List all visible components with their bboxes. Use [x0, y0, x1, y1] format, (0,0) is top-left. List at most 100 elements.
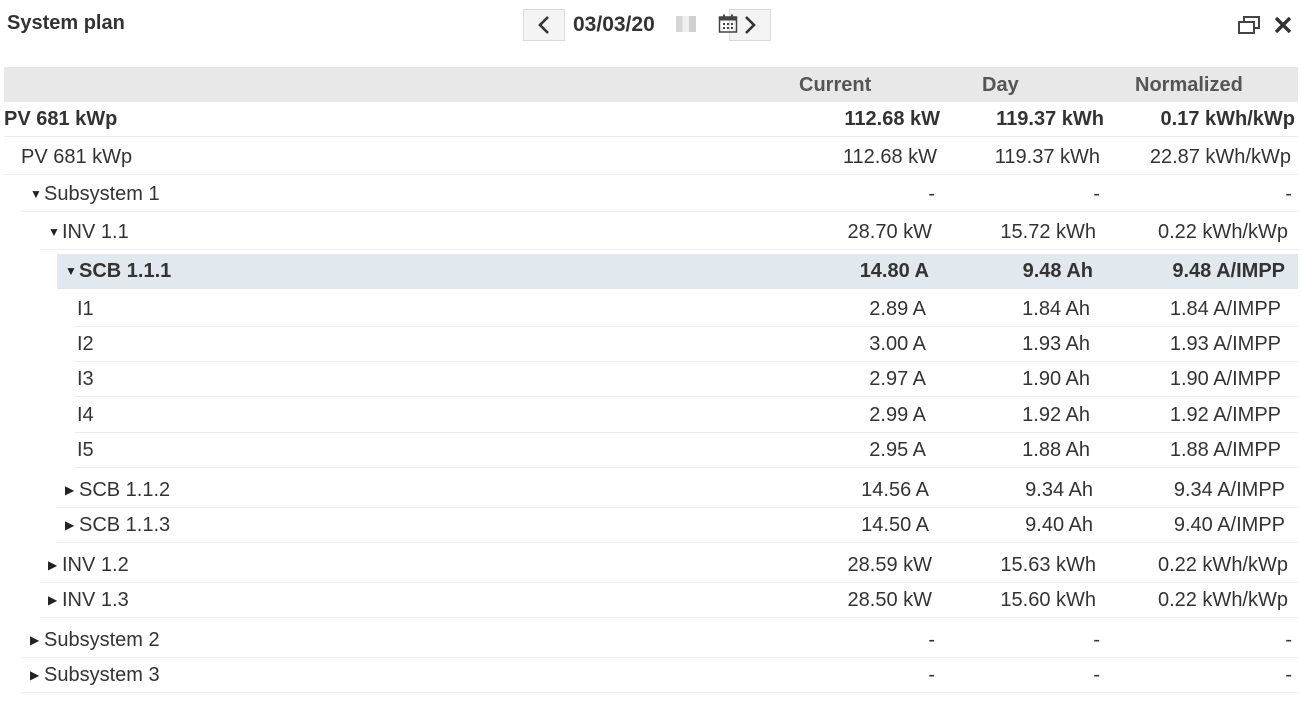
- cell-current: 2.99 A: [869, 404, 926, 426]
- cell-current: 112.68 kW: [842, 146, 937, 168]
- table-row[interactable]: I5 2.95 A 1.88 Ah 1.88 A/IMPP: [75, 433, 1298, 468]
- row-name: ▶ Subsystem 2: [30, 629, 160, 652]
- cell-current: 28.70 kW: [847, 221, 932, 243]
- cell-current: 14.80 A: [859, 260, 929, 282]
- row-name: I1: [77, 298, 94, 321]
- cell-normalized: 1.92 A/IMPP: [1169, 404, 1281, 426]
- row-label: I5: [77, 439, 94, 461]
- cell-day: 9.40 Ah: [1025, 514, 1093, 536]
- calendar-icon: [718, 14, 738, 33]
- cell-normalized: 0.22 kWh/kWp: [1157, 589, 1288, 611]
- row-label: I3: [77, 368, 94, 390]
- cell-day: 15.60 kWh: [1000, 589, 1096, 611]
- column-header-current[interactable]: Current: [799, 74, 871, 97]
- table-row[interactable]: PV 681 kWp 112.68 kW 119.37 kWh 0.17 kWh/kW…: [4, 102, 1298, 137]
- cell-day: 15.72 kWh: [1000, 221, 1096, 243]
- calendar-button[interactable]: [718, 14, 738, 39]
- expand-caret-icon[interactable]: ▼: [30, 187, 44, 201]
- restore-window-icon: [1238, 16, 1260, 34]
- row-name: ▼ INV 1.1: [48, 221, 129, 244]
- cell-normalized: 0.17 kWh/kWp: [1160, 108, 1295, 130]
- close-button[interactable]: [1273, 15, 1293, 40]
- row-label: SCB 1.1.1: [79, 260, 172, 282]
- table-row[interactable]: ▼ Subsystem 1 - - -: [22, 177, 1298, 212]
- table-row[interactable]: ▶ INV 1.3 28.50 kW 15.60 kWh 0.22 kWh/kWp: [40, 583, 1298, 618]
- table-row[interactable]: ▼ SCB 1.1.1 14.80 A 9.48 Ah 9.48 A/IMPP: [57, 254, 1298, 289]
- cell-day: -: [1093, 629, 1100, 651]
- row-label: I1: [77, 298, 94, 320]
- row-label: I4: [77, 404, 94, 426]
- table-row[interactable]: ▼ INV 1.1 28.70 kW 15.72 kWh 0.22 kWh/kWp: [40, 215, 1298, 250]
- cell-day: 9.34 Ah: [1025, 479, 1093, 501]
- expand-caret-icon[interactable]: ▼: [48, 225, 62, 239]
- date-display[interactable]: 03/03/20: [565, 9, 707, 41]
- cell-current: 112.68 kW: [844, 108, 940, 130]
- cell-normalized: 1.93 A/IMPP: [1169, 333, 1281, 355]
- expand-caret-icon[interactable]: ▶: [30, 668, 44, 682]
- table-row[interactable]: ▶ SCB 1.1.3 14.50 A 9.40 Ah 9.40 A/IMPP: [57, 508, 1298, 543]
- cell-day: 119.37 kWh: [994, 146, 1100, 168]
- previous-day-button[interactable]: [523, 9, 565, 41]
- cell-day: -: [1093, 664, 1100, 686]
- table-row[interactable]: I1 2.89 A 1.84 Ah 1.84 A/IMPP: [75, 292, 1298, 327]
- row-label: Subsystem 2: [44, 629, 160, 651]
- row-label: INV 1.3: [62, 589, 129, 611]
- row-label: PV 681 kWp: [21, 146, 133, 168]
- cell-normalized: 22.87 kWh/kWp: [1149, 146, 1291, 168]
- table-row[interactable]: I3 2.97 A 1.90 Ah 1.90 A/IMPP: [75, 362, 1298, 397]
- table-row[interactable]: ▶ Subsystem 2 - - -: [22, 623, 1298, 658]
- table-row[interactable]: PV 681 kWp 112.68 kW 119.37 kWh 22.87 kWh/k…: [4, 140, 1298, 175]
- row-name: I3: [77, 368, 94, 391]
- cell-current: -: [928, 629, 935, 651]
- cell-day: 1.92 Ah: [1022, 404, 1090, 426]
- date-value: 03/03/20: [573, 13, 655, 36]
- cell-day: 15.63 kWh: [1000, 554, 1096, 576]
- cell-normalized: -: [1285, 664, 1292, 686]
- cell-day: 1.93 Ah: [1022, 333, 1090, 355]
- row-label: INV 1.1: [62, 221, 129, 243]
- restore-window-button[interactable]: [1237, 15, 1261, 40]
- row-name: I2: [77, 333, 94, 356]
- cell-day: 1.90 Ah: [1022, 368, 1090, 390]
- expand-caret-icon[interactable]: ▶: [48, 593, 62, 607]
- expand-caret-icon[interactable]: ▶: [65, 483, 79, 497]
- cell-current: 2.89 A: [869, 298, 926, 320]
- row-label: INV 1.2: [62, 554, 129, 576]
- cell-current: 2.97 A: [869, 368, 926, 390]
- table-row[interactable]: ▶ SCB 1.1.2 14.56 A 9.34 Ah 9.34 A/IMPP: [57, 473, 1298, 508]
- page-title: System plan: [7, 12, 125, 34]
- row-name: ▶ Subsystem 3: [30, 664, 160, 687]
- row-name: PV 681 kWp: [21, 146, 132, 169]
- row-label: SCB 1.1.2: [79, 479, 171, 501]
- cell-normalized: 1.88 A/IMPP: [1169, 439, 1281, 461]
- cell-current: -: [928, 664, 935, 686]
- cell-day: 9.48 Ah: [1022, 260, 1093, 282]
- cell-current: 28.50 kW: [847, 589, 932, 611]
- expand-caret-icon[interactable]: ▶: [48, 558, 62, 572]
- table-header: Current Day Normalized: [4, 67, 1298, 102]
- expand-caret-icon[interactable]: ▶: [65, 518, 79, 532]
- expand-caret-icon[interactable]: ▶: [30, 633, 44, 647]
- table-row[interactable]: I2 3.00 A 1.93 Ah 1.93 A/IMPP: [75, 327, 1298, 362]
- expand-caret-icon[interactable]: ▼: [65, 264, 79, 278]
- cell-current: -: [928, 183, 935, 205]
- cell-current: 2.95 A: [869, 439, 926, 461]
- cell-normalized: 1.90 A/IMPP: [1169, 368, 1281, 390]
- row-name: PV 681 kWp: [4, 108, 117, 131]
- row-name: I5: [77, 439, 94, 462]
- table-row[interactable]: ▶ Subsystem 3 - - -: [22, 658, 1298, 693]
- row-label: Subsystem 3: [44, 664, 160, 686]
- table-row[interactable]: I4 2.99 A 1.92 Ah 1.92 A/IMPP: [75, 398, 1298, 433]
- cell-normalized: 9.34 A/IMPP: [1173, 479, 1285, 501]
- cell-normalized: 0.22 kWh/kWp: [1157, 554, 1288, 576]
- row-label: PV 681 kWp: [4, 108, 118, 130]
- cell-current: 14.56 A: [861, 479, 929, 501]
- row-name: ▶ SCB 1.1.3: [65, 514, 170, 537]
- table-row[interactable]: ▶ INV 1.2 28.59 kW 15.63 kWh 0.22 kWh/kWp: [40, 548, 1298, 583]
- column-header-day[interactable]: Day: [982, 74, 1019, 97]
- column-header-normalized[interactable]: Normalized: [1135, 74, 1243, 97]
- cell-normalized: 9.48 A/IMPP: [1172, 260, 1285, 282]
- row-label: I2: [77, 333, 94, 355]
- row-name: ▼ SCB 1.1.1: [65, 260, 171, 283]
- row-name: I4: [77, 404, 94, 427]
